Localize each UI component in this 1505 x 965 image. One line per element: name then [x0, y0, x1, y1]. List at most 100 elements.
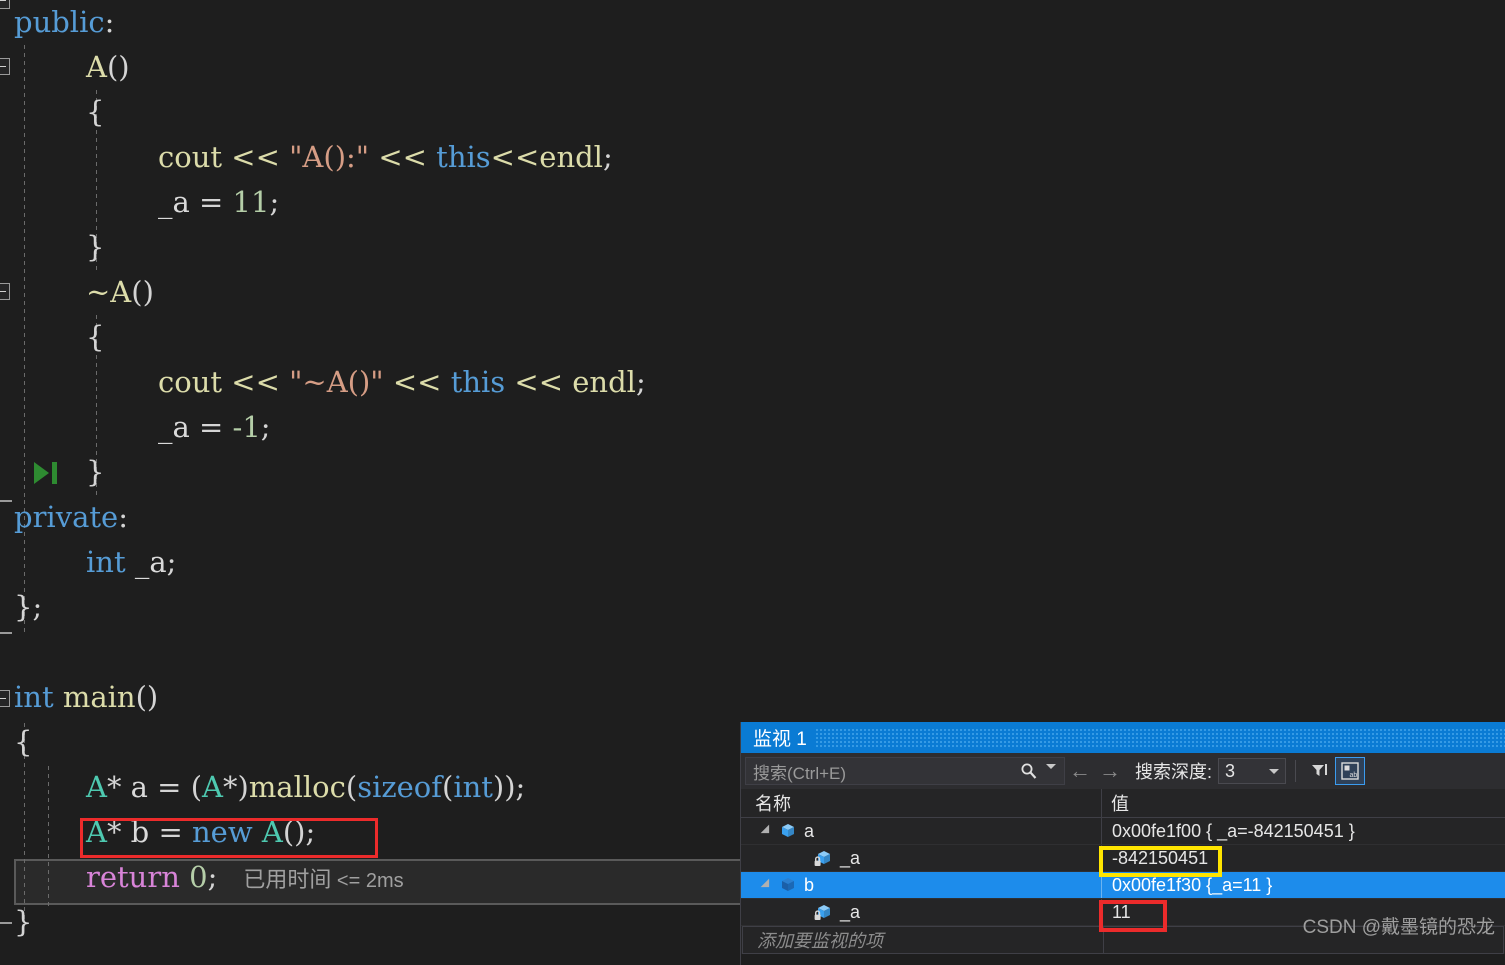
code-token: : — [118, 500, 128, 534]
code-token: *) — [222, 770, 249, 804]
code-token: public — [14, 5, 105, 39]
cube-icon — [777, 875, 799, 895]
code-token: * — [106, 815, 131, 849]
code-token: ; — [635, 365, 646, 399]
watch-window: 监视 1 搜索(Ctrl+E) ← → 搜索深度: 3 ab 名称 值 a 0x… — [740, 722, 1505, 965]
watch-row-name-cell[interactable]: a — [741, 818, 1101, 844]
cube-lock-icon — [813, 902, 835, 922]
code-token: << — [378, 140, 427, 174]
watch-toolbar: 搜索(Ctrl+E) ← → 搜索深度: 3 ab — [741, 753, 1505, 789]
code-token: endl — [572, 365, 636, 399]
code-token: () — [106, 50, 130, 84]
add-watch-placeholder: 添加要监视的项 — [757, 931, 883, 951]
code-line[interactable] — [0, 630, 14, 675]
cube-icon — [777, 821, 799, 841]
table-row[interactable]: _a -842150451 — [741, 845, 1505, 872]
code-token: = — [189, 185, 233, 219]
code-token: = — [189, 410, 233, 444]
code-token: << — [514, 365, 564, 399]
code-token: { — [86, 95, 105, 129]
watch-variable-value[interactable]: 0x00fe1f30 {_a=11 } — [1101, 872, 1505, 898]
search-depth-label: 搜索深度: — [1135, 762, 1213, 782]
code-line[interactable]: int main() — [0, 675, 158, 720]
code-token: = ( — [147, 770, 203, 804]
code-token: _a — [158, 185, 190, 219]
code-token: }; — [14, 590, 43, 624]
code-token: -1 — [232, 410, 261, 444]
code-token: this — [450, 365, 506, 399]
code-line[interactable]: A* a = (A*)malloc(sizeof(int)); — [0, 765, 525, 810]
search-depth-select[interactable]: 3 — [1218, 758, 1287, 784]
code-token: cout — [158, 140, 223, 174]
code-token: A — [202, 770, 223, 804]
visual-studio-debug-screenshot: public: A(){cout << "A():" << this<<endl;… — [0, 0, 1505, 965]
watch-row-name-cell[interactable]: _a — [741, 845, 1101, 871]
expander-collapse-icon[interactable] — [757, 824, 777, 838]
column-header-value[interactable]: 值 — [1101, 790, 1505, 816]
watch-variable-name: a — [804, 820, 815, 841]
code-line[interactable]: private: — [0, 495, 128, 540]
code-token: ; — [269, 185, 280, 219]
watch-window-titlebar[interactable]: 监视 1 — [741, 722, 1505, 753]
table-row[interactable]: b 0x00fe1f30 {_a=11 } — [741, 872, 1505, 899]
code-line[interactable]: }; — [0, 585, 42, 630]
expander-collapse-icon[interactable] — [757, 878, 777, 892]
column-divider — [1103, 927, 1104, 953]
watch-window-title: 监视 1 — [741, 724, 815, 751]
search-options-chevron-down-icon[interactable] — [1046, 764, 1056, 787]
elapsed-time-hint: 已用时间 <= 2ms — [243, 867, 403, 892]
code-token: int — [453, 770, 493, 804]
code-token: 0 — [189, 860, 208, 894]
code-line[interactable]: ~A() — [0, 270, 154, 315]
code-line[interactable]: public: — [0, 0, 114, 45]
code-line[interactable]: _a = -1; — [0, 405, 271, 450]
code-line[interactable]: int _a; — [0, 540, 176, 585]
code-line[interactable]: { — [0, 90, 104, 135]
code-line[interactable]: _a = 11; — [0, 180, 279, 225]
code-line[interactable]: } — [0, 225, 104, 270]
elapsed-time-value: <= 2ms — [331, 870, 404, 892]
code-line[interactable]: cout << "A():" << this<<endl; — [0, 135, 613, 180]
code-line[interactable]: return 0; 已用时间 <= 2ms — [0, 855, 404, 900]
code-line[interactable]: A() — [0, 45, 130, 90]
code-token: )); — [492, 770, 526, 804]
watch-row-name-cell[interactable]: b — [741, 872, 1101, 898]
code-line[interactable]: { — [0, 720, 32, 765]
code-token: new — [192, 815, 253, 849]
code-token: A — [86, 50, 107, 84]
show-variable-names-icon[interactable]: ab — [1335, 757, 1366, 785]
nav-forward-arrow-icon[interactable]: → — [1095, 758, 1125, 784]
watch-row-name-cell[interactable]: _a — [741, 899, 1101, 925]
watch-variable-value[interactable]: -842150451 — [1101, 845, 1505, 871]
watch-variable-value[interactable]: 0x00fe1f00 { _a=-842150451 } — [1101, 818, 1505, 844]
code-token: ; — [166, 545, 177, 579]
code-token: "A():" — [289, 140, 370, 174]
code-line[interactable]: A* b = new A(); — [0, 810, 315, 855]
code-token: } — [86, 455, 105, 489]
code-token: _a — [158, 410, 190, 444]
code-token: << — [231, 140, 280, 174]
column-header-name[interactable]: 名称 — [741, 790, 1101, 816]
column-divider[interactable] — [1101, 789, 1102, 817]
search-input[interactable]: 搜索(Ctrl+E) — [745, 757, 1065, 787]
nav-back-arrow-icon[interactable]: ← — [1065, 758, 1095, 784]
code-token: A — [86, 770, 107, 804]
code-line[interactable]: } — [0, 450, 104, 495]
code-line[interactable]: cout << "~A()" << this << endl; — [0, 360, 646, 405]
search-icon[interactable] — [1020, 762, 1038, 780]
code-token: this — [436, 140, 491, 174]
toolbar-divider — [1295, 760, 1297, 782]
code-token: << — [490, 140, 540, 174]
pin-filter-icon[interactable] — [1305, 757, 1335, 785]
watch-variable-name: _a — [840, 901, 861, 922]
code-line[interactable]: { — [0, 315, 104, 360]
code-token: ; — [260, 410, 271, 444]
table-row[interactable]: a 0x00fe1f00 { _a=-842150451 } — [741, 818, 1505, 845]
code-token: () — [135, 680, 159, 714]
code-line[interactable]: } — [0, 900, 32, 945]
code-token: } — [14, 905, 33, 939]
